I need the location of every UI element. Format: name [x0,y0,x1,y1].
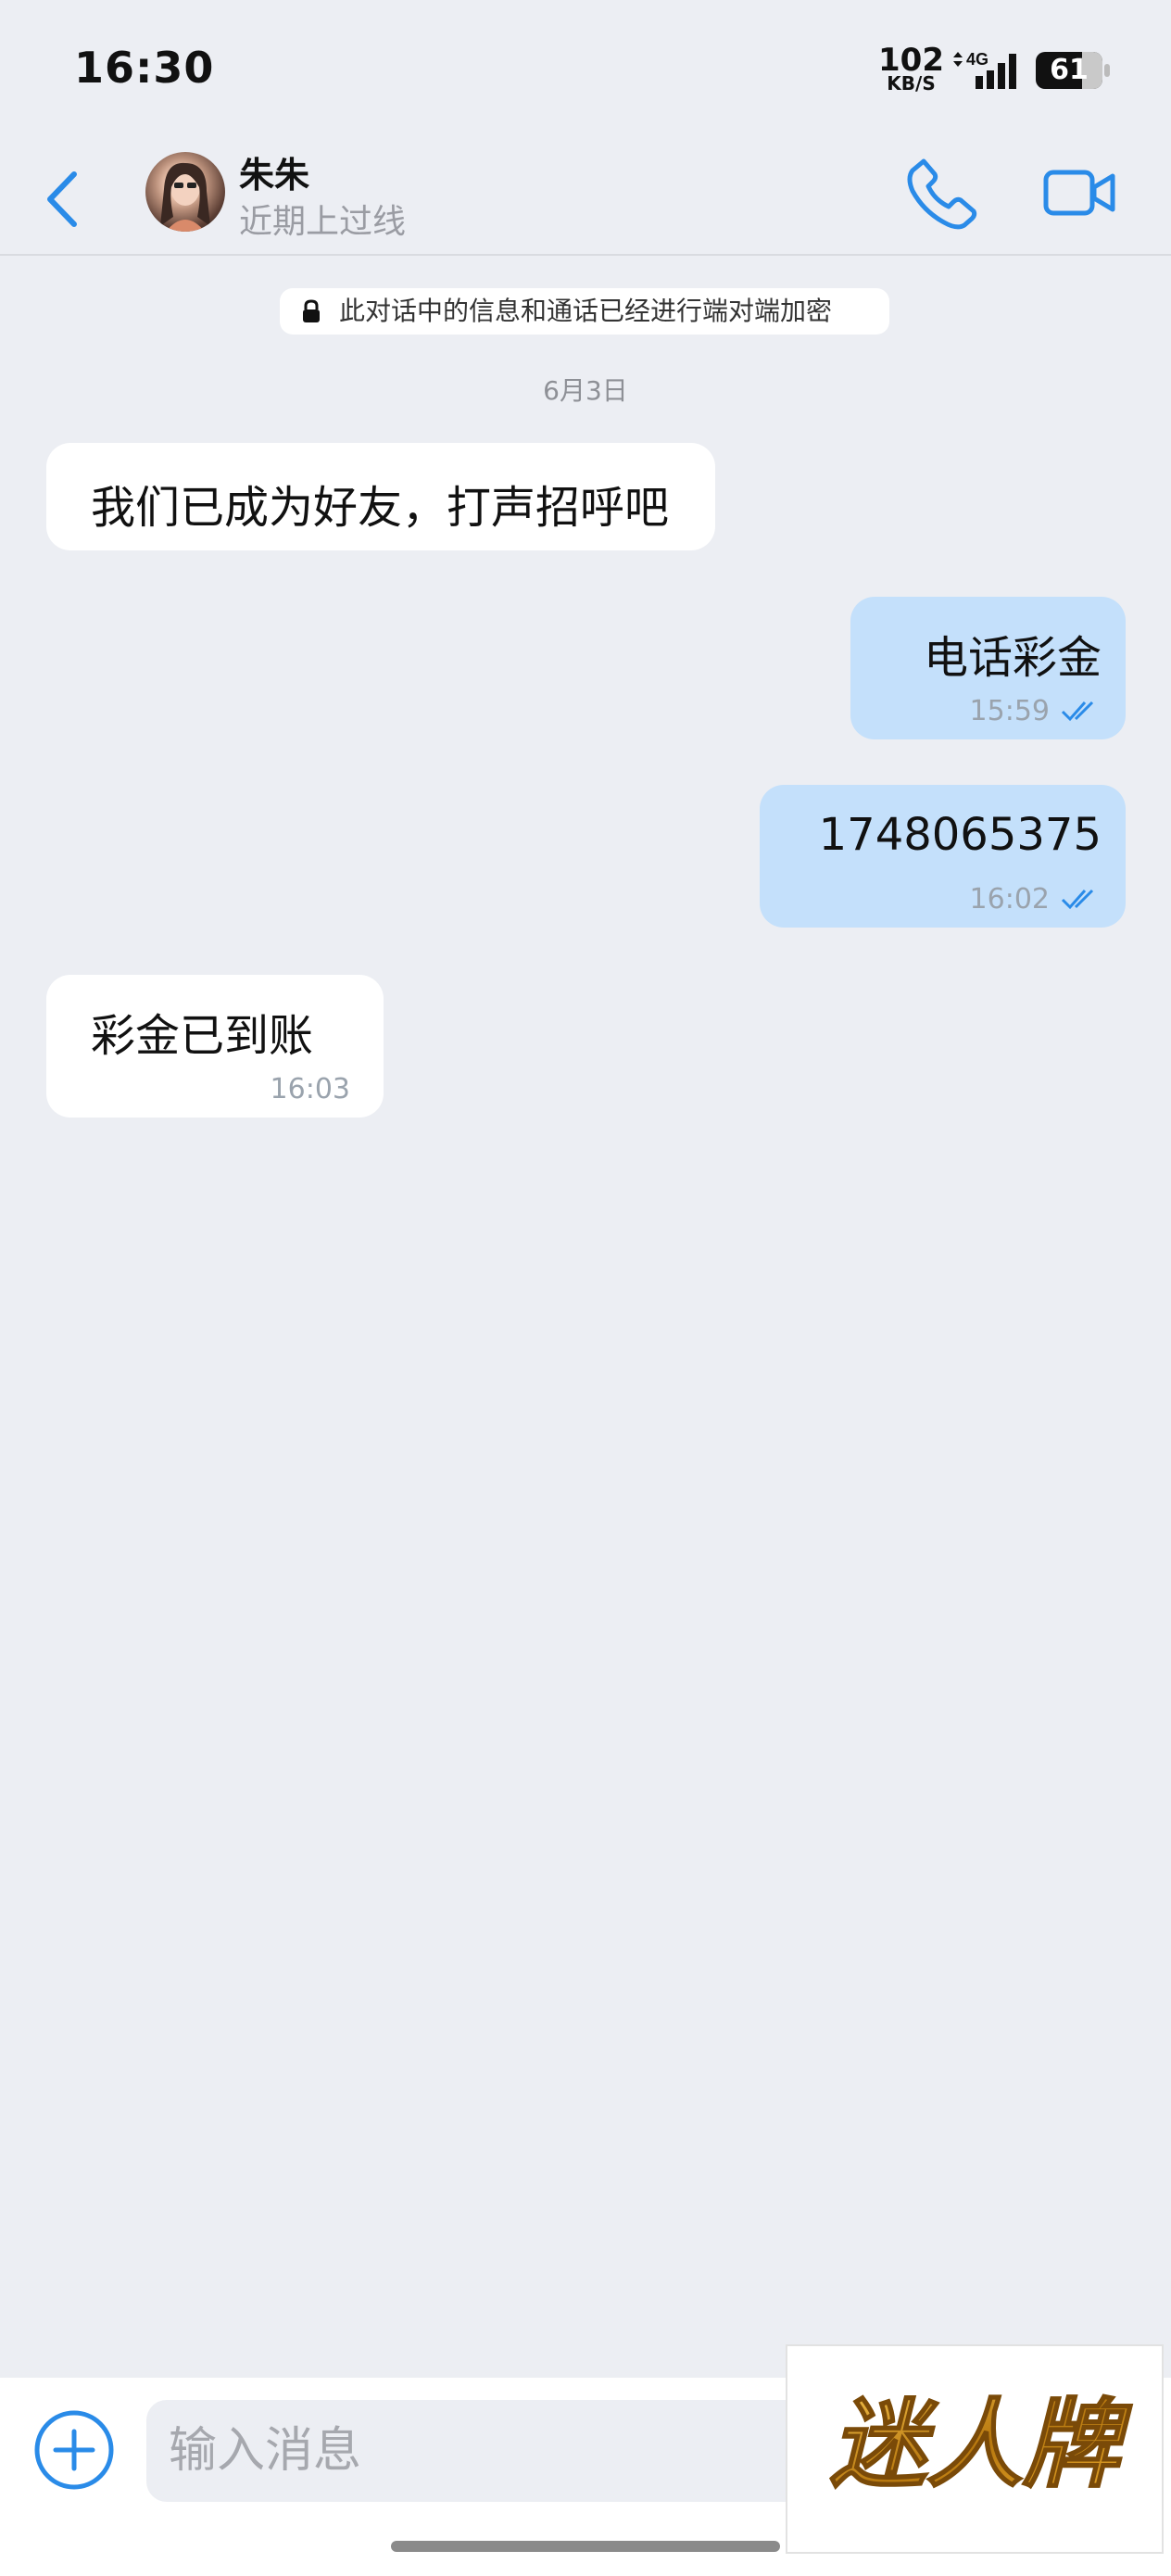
presence-status: 近期上过线 [239,203,407,241]
status-time: 16:30 [74,43,215,93]
watermark-text: 迷人牌 [830,2388,1133,2501]
avatar-image [160,162,210,232]
battery-level: 61 [1050,54,1089,86]
lock-icon [303,299,320,322]
date-separator: 6月3日 [543,375,628,406]
message-bubble[interactable]: 电话彩金 15:59 [850,597,1126,739]
video-camera-icon[interactable] [1042,163,1116,222]
home-indicator [391,2541,780,2552]
encryption-notice-text: 此对话中的信息和通话已经进行端对端加密 [339,296,833,326]
message-input[interactable]: 输入消息 [146,2400,832,2502]
contact-name[interactable]: 朱朱 [239,146,309,197]
cellular-signal-icon: 4G [953,50,1016,89]
message-time: 15:59 [969,695,1050,727]
net-speed-unit: KB/S [887,72,936,95]
add-attachment-icon[interactable] [33,2409,115,2491]
message-text: 我们已成为好友，打声招呼吧 [91,482,670,534]
message-bubble[interactable]: 彩金已到账 16:03 [46,975,384,1118]
double-check-icon [1061,889,1094,910]
watermark-logo: 迷人牌 [786,2344,1164,2554]
message-bubble[interactable]: 我们已成为好友，打声招呼吧 [46,443,715,550]
encryption-notice[interactable]: 此对话中的信息和通话已经进行端对端加密 [280,288,889,335]
chat-header: 朱朱 近期上过线 [0,130,1171,256]
message-text: 1748065375 [818,809,1102,861]
status-bar: 16:30 102 KB/S 4G 61 [0,0,1171,130]
net-speed-value: 102 [878,42,944,79]
message-text: 彩金已到账 [91,1010,314,1062]
chevron-left-icon[interactable] [41,167,87,232]
message-text: 电话彩金 [923,632,1102,684]
message-time: 16:02 [969,883,1050,915]
avatar[interactable] [145,152,225,232]
phone-icon[interactable] [903,154,981,232]
network-type: 4G [966,50,988,69]
message-bubble[interactable]: 1748065375 16:02 [760,785,1126,928]
message-time: 16:03 [270,1073,350,1105]
battery-icon: 61 [1036,52,1110,89]
net-speed: 102 KB/S [878,42,944,95]
double-check-icon [1061,701,1094,722]
